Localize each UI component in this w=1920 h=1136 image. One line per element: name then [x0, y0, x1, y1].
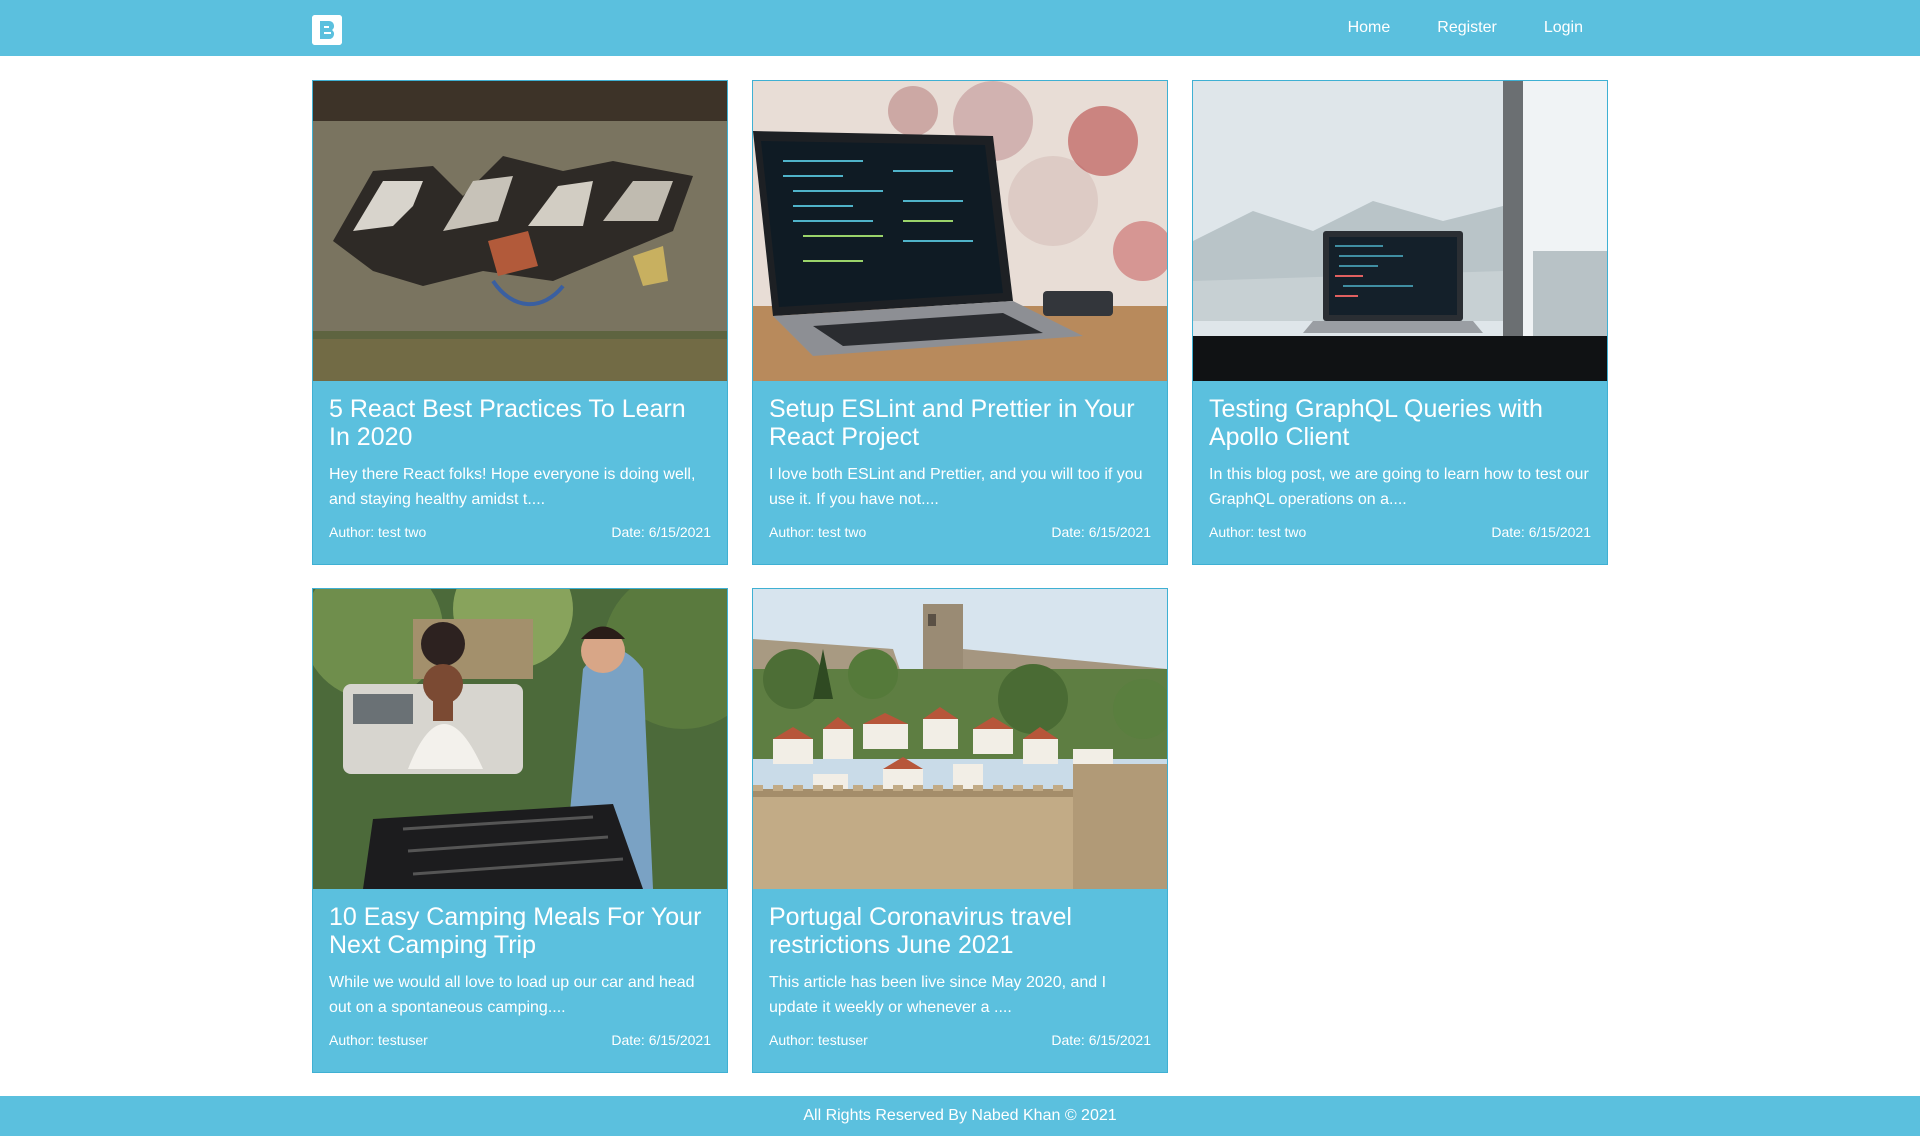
post-excerpt: Hey there React folks! Hope everyone is …: [329, 466, 696, 508]
post-title[interactable]: 10 Easy Camping Meals For Your Next Camp…: [329, 903, 713, 959]
post-author: Author: test two: [769, 524, 867, 540]
post-date: Date: 6/15/2021: [1051, 524, 1151, 540]
nav-links: Home Register Login: [1348, 0, 1583, 56]
post-date: Date: 6/15/2021: [1051, 1032, 1151, 1048]
post-image-portugal-castle[interactable]: [753, 589, 1167, 889]
blogger-b-icon[interactable]: [312, 15, 342, 45]
post-date: Date: 6/15/2021: [611, 1032, 711, 1048]
nav-home-link[interactable]: Home: [1348, 19, 1391, 37]
post-title[interactable]: Testing GraphQL Queries with Apollo Clie…: [1209, 395, 1593, 451]
post-excerpt: This article has been live since May 202…: [769, 974, 1107, 1016]
navbar: Home Register Login: [0, 0, 1920, 56]
post-excerpt: While we would all love to load up our c…: [329, 974, 695, 1016]
post-excerpt: In this blog post, we are going to learn…: [1209, 466, 1589, 508]
footer: All Rights Reserved By Nabed Khan © 2021: [0, 1096, 1920, 1136]
post-date: Date: 6/15/2021: [611, 524, 711, 540]
post-author: Author: test two: [1209, 524, 1307, 540]
nav-register-link[interactable]: Register: [1437, 19, 1497, 37]
post-title[interactable]: 5 React Best Practices To Learn In 2020: [329, 395, 713, 451]
post-image-react-graffiti[interactable]: [313, 81, 727, 381]
post-date: Date: 6/15/2021: [1491, 524, 1591, 540]
footer-copyright: All Rights Reserved By Nabed Khan © 2021: [803, 1107, 1117, 1124]
post-card[interactable]: Portugal Coronavirus travel restrictions…: [752, 588, 1168, 1073]
post-author: Author: testuser: [329, 1032, 428, 1048]
post-excerpt: I love both ESLint and Prettier, and you…: [769, 466, 1143, 508]
post-card[interactable]: Setup ESLint and Prettier in Your React …: [752, 80, 1168, 565]
post-author: Author: testuser: [769, 1032, 868, 1048]
post-title[interactable]: Setup ESLint and Prettier in Your React …: [769, 395, 1153, 451]
post-image-camping-cooking[interactable]: [313, 589, 727, 889]
post-card[interactable]: 10 Easy Camping Meals For Your Next Camp…: [312, 588, 728, 1073]
post-card[interactable]: 5 React Best Practices To Learn In 2020 …: [312, 80, 728, 565]
post-image-laptop-code[interactable]: [753, 81, 1167, 381]
nav-login-link[interactable]: Login: [1544, 19, 1583, 37]
post-author: Author: test two: [329, 524, 427, 540]
post-image-laptop-window[interactable]: [1193, 81, 1607, 381]
post-card[interactable]: Testing GraphQL Queries with Apollo Clie…: [1192, 80, 1608, 565]
post-title[interactable]: Portugal Coronavirus travel restrictions…: [769, 903, 1153, 959]
